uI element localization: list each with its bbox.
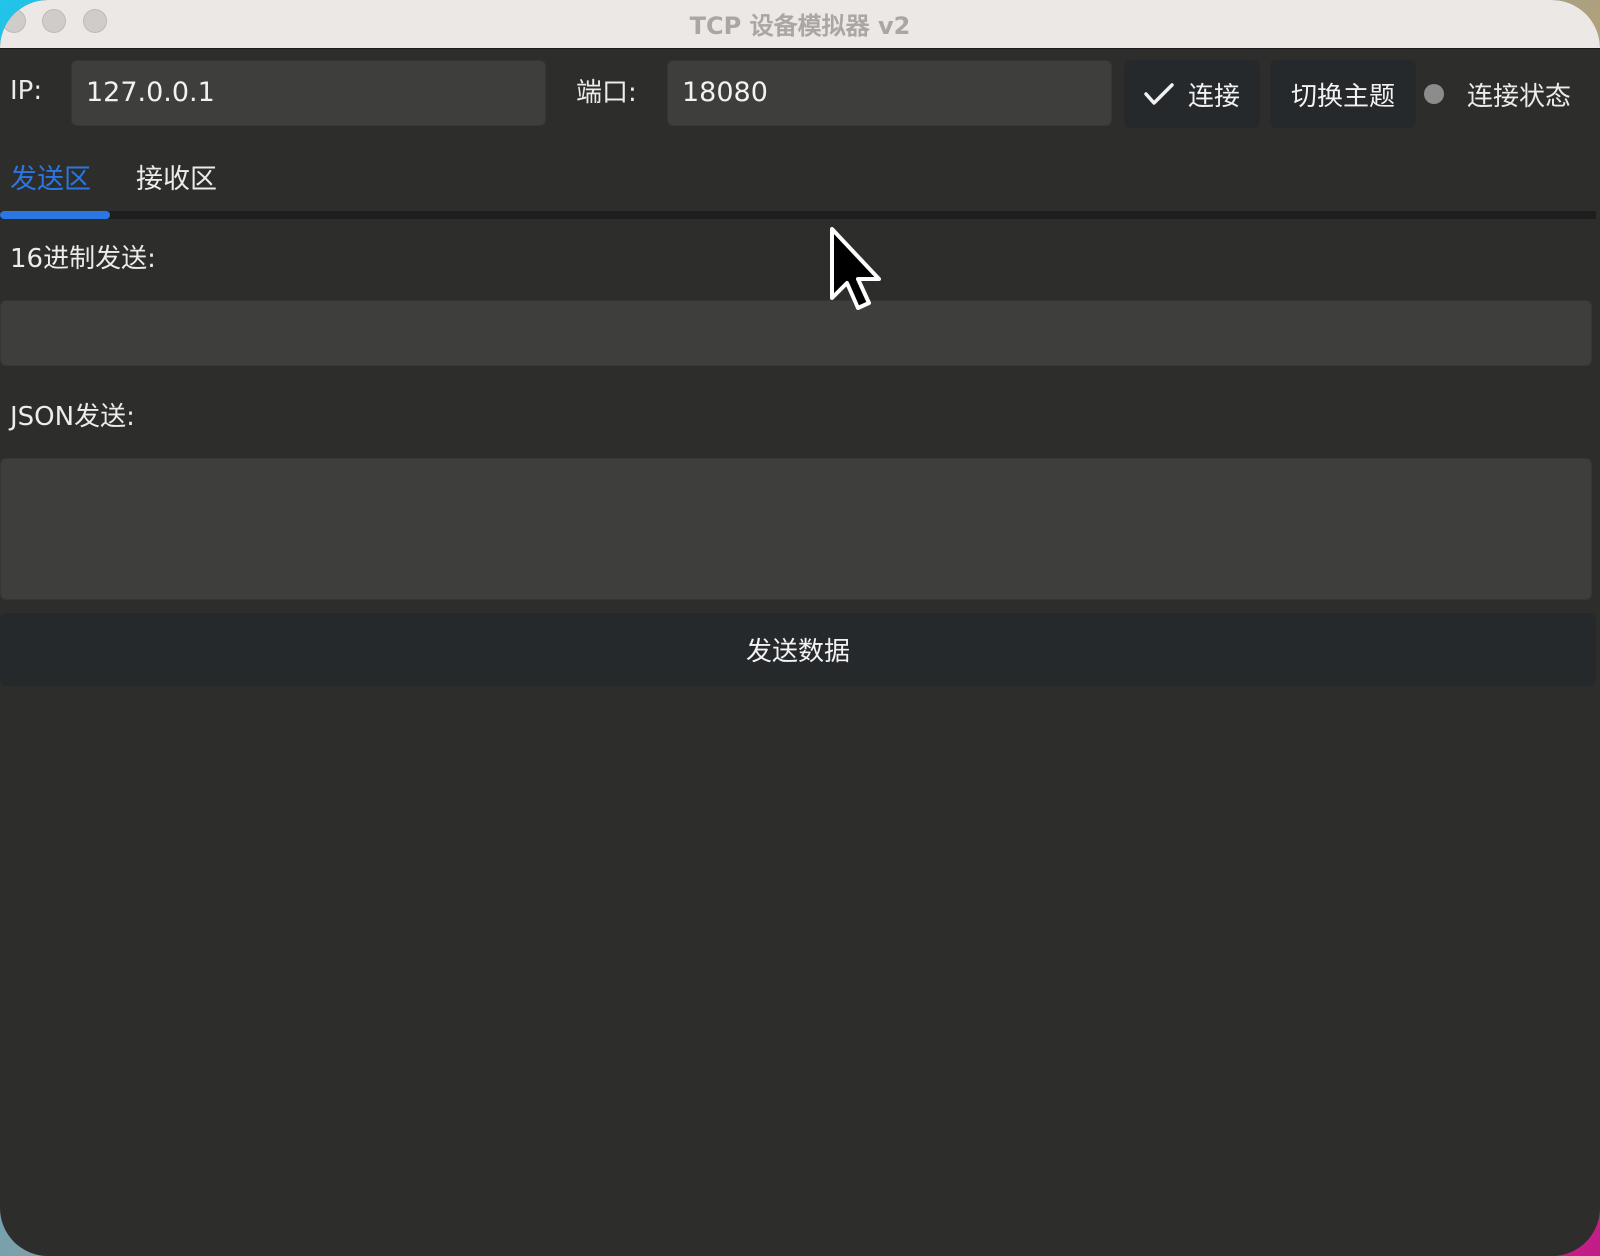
tab-bar-track xyxy=(0,211,1596,219)
connect-button[interactable]: 连接 xyxy=(1124,60,1260,128)
ip-input[interactable]: 127.0.0.1 xyxy=(71,60,546,126)
mouse-cursor-icon xyxy=(828,226,888,310)
port-label: 端口: xyxy=(576,78,637,108)
switch-theme-button[interactable]: 切换主题 xyxy=(1270,60,1416,128)
tab-send[interactable]: 发送区 xyxy=(10,157,91,196)
connect-label: 连接 xyxy=(1187,81,1240,112)
tab-receive[interactable]: 接收区 xyxy=(136,157,217,196)
active-tab-indicator xyxy=(0,211,110,219)
title-bar: TCP 设备模拟器 v2 xyxy=(0,0,1600,49)
json-send-input[interactable] xyxy=(0,458,1592,600)
connection-status-label: 连接状态 xyxy=(1467,82,1572,112)
check-icon xyxy=(1144,82,1174,106)
app-window: TCP 设备模拟器 v2 IP: 127.0.0.1 端口: 18080 连接 … xyxy=(0,0,1600,1256)
hex-send-input[interactable] xyxy=(0,300,1592,366)
connection-status-indicator xyxy=(1424,84,1444,104)
json-send-label: JSON发送: xyxy=(10,402,135,432)
port-input[interactable]: 18080 xyxy=(667,60,1112,126)
ip-label: IP: xyxy=(10,76,43,106)
window-title: TCP 设备模拟器 v2 xyxy=(689,12,911,40)
send-data-button[interactable]: 发送数据 xyxy=(0,613,1596,686)
desktop-background: TCP 设备模拟器 v2 IP: 127.0.0.1 端口: 18080 连接 … xyxy=(0,0,1600,1256)
hex-send-label: 16进制发送: xyxy=(10,244,156,274)
